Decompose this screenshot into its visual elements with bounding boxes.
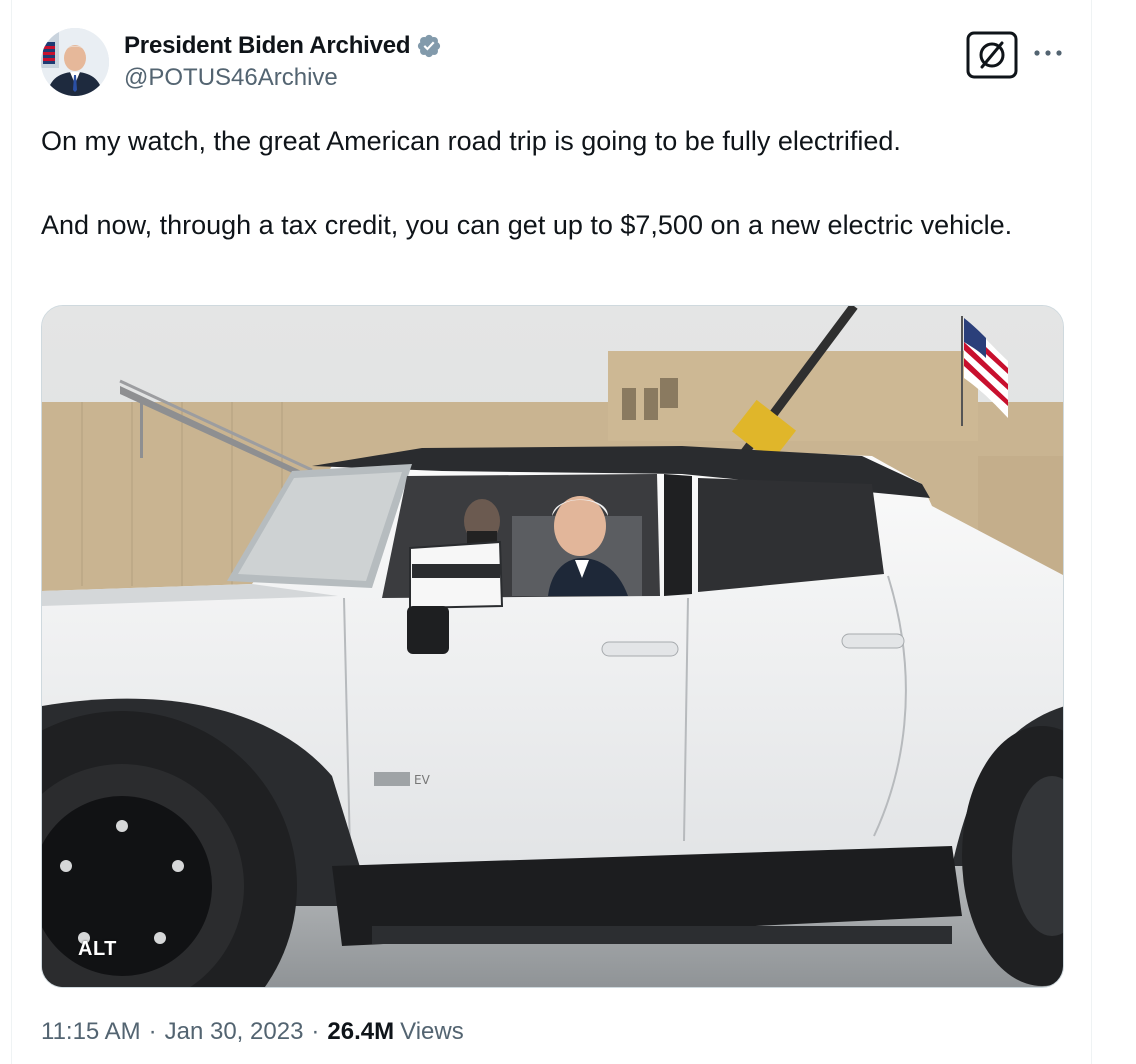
tweet-text: On my watch, the great American road tri… bbox=[41, 120, 1051, 246]
author-avatar[interactable] bbox=[41, 28, 109, 96]
author-name-row[interactable]: President Biden Archived bbox=[124, 30, 442, 62]
author-handle[interactable]: @POTUS46Archive bbox=[124, 64, 338, 92]
grok-icon bbox=[966, 31, 1018, 79]
more-options-icon bbox=[1034, 50, 1062, 56]
more-options-button[interactable] bbox=[1030, 38, 1066, 68]
tweet-card: President Biden Archived @POTUS46Archive… bbox=[0, 0, 1136, 1064]
timeline-border-left bbox=[11, 0, 12, 1064]
verified-badge-icon[interactable] bbox=[416, 33, 442, 59]
tweet-paragraph: On my watch, the great American road tri… bbox=[41, 126, 901, 156]
avatar-photo bbox=[41, 28, 109, 96]
author-display-name[interactable]: President Biden Archived bbox=[124, 32, 411, 60]
alt-text-badge[interactable]: ALT bbox=[68, 932, 127, 966]
svg-text:EV: EV bbox=[414, 773, 431, 787]
timeline-border-right bbox=[1091, 0, 1092, 1064]
tweet-media-photo[interactable]: EV ALT bbox=[41, 305, 1064, 988]
tweet-date[interactable]: Jan 30, 2023 bbox=[165, 1018, 304, 1046]
views-label: Views bbox=[400, 1018, 464, 1045]
separator-dot: · bbox=[148, 1018, 157, 1045]
ev-truck-photo: EV bbox=[42, 306, 1063, 987]
grok-button[interactable] bbox=[966, 31, 1018, 79]
tweet-paragraph: And now, through a tax credit, you can g… bbox=[41, 210, 1013, 240]
views-count[interactable]: 26.4M bbox=[327, 1018, 394, 1046]
tweet-metadata: 11:15 AM · Jan 30, 2023 · 26.4M Views bbox=[41, 1014, 464, 1050]
separator-dot: · bbox=[311, 1018, 320, 1045]
tweet-time[interactable]: 11:15 AM bbox=[41, 1018, 141, 1046]
